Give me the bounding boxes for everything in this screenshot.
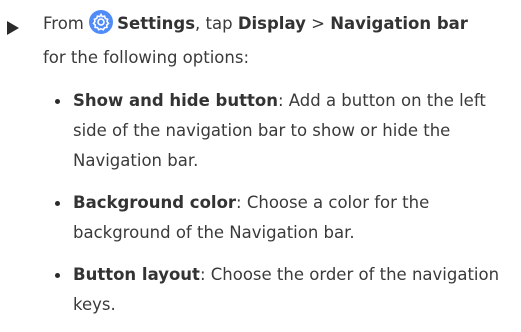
breadcrumb-separator: > xyxy=(311,14,325,33)
bullet-icon xyxy=(55,273,60,278)
tap-text: , tap xyxy=(195,14,233,33)
option-title: Background color xyxy=(73,193,237,212)
step-line-2: for the following options: xyxy=(43,48,250,67)
document-page: From Settings, tap Display > Navigation … xyxy=(0,0,521,326)
option-title: Show and hide button xyxy=(73,91,278,110)
list-item: Show and hide button: Add a button on th… xyxy=(55,86,513,176)
display-label: Display xyxy=(237,14,306,33)
step-text: From Settings, tap Display > Navigation … xyxy=(43,7,513,75)
options-list: Show and hide button: Add a button on th… xyxy=(55,86,513,332)
list-item: Button layout: Choose the order of the n… xyxy=(55,260,513,320)
list-item: Background color: Choose a color for the… xyxy=(55,188,513,248)
step-prefix: From xyxy=(43,14,84,33)
bullet-icon xyxy=(55,201,60,206)
settings-gear-icon xyxy=(89,10,114,34)
option-title: Button layout xyxy=(73,265,200,284)
settings-label: Settings xyxy=(117,14,196,33)
bullet-icon xyxy=(55,99,60,104)
right-triangle-icon xyxy=(7,21,19,35)
navigation-bar-label: Navigation bar xyxy=(330,14,468,33)
